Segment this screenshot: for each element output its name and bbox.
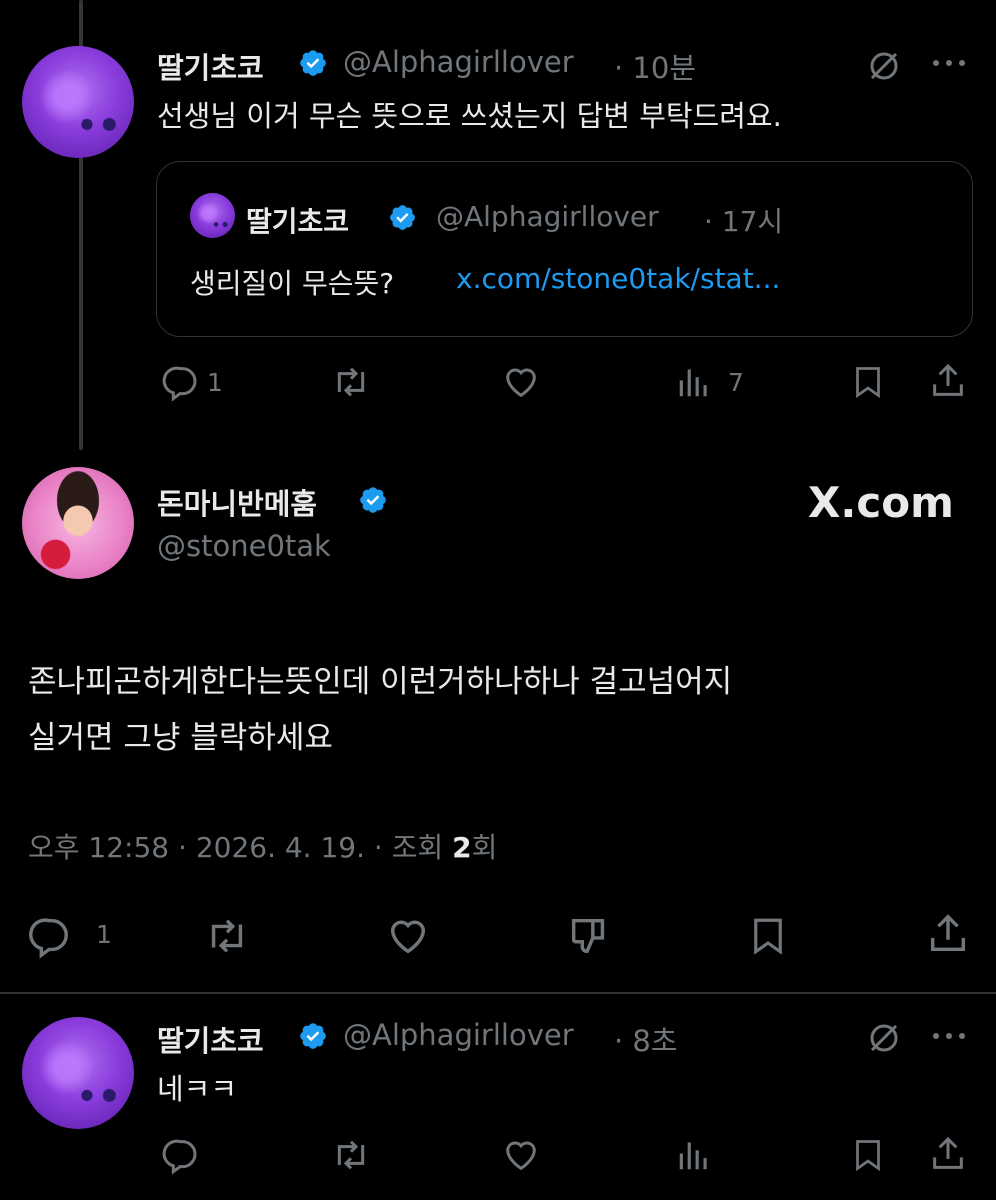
display-name[interactable]: 딸기초코 (157, 45, 264, 87)
like-icon[interactable] (500, 1135, 542, 1175)
views-count: 7 (728, 368, 744, 397)
grok-icon[interactable] (866, 1020, 902, 1056)
handle[interactable]: @Alphagirllover (343, 1018, 574, 1052)
tweet-meta: 오후 12:58 · 2026. 4. 19. · 조회 2회 (28, 826, 497, 866)
quote-text: 생리질이 무슨뜻? (190, 267, 395, 300)
quoted-tweet[interactable] (156, 161, 973, 337)
retweet-icon[interactable] (330, 362, 372, 402)
avatar[interactable] (22, 46, 134, 158)
reply-count: 1 (207, 368, 223, 397)
timestamp-date[interactable]: 오후 12:58 · 2026. 4. 19. · 조회 (28, 831, 452, 864)
quote-display-name: 딸기초코 (246, 205, 350, 238)
x-brand-logo: X.com (808, 478, 954, 527)
timestamp[interactable]: · 8초 (614, 1018, 678, 1060)
more-icon[interactable] (930, 1028, 968, 1044)
reply-icon[interactable] (26, 913, 72, 959)
more-icon[interactable] (930, 55, 968, 71)
reply-count: 1 (96, 920, 112, 949)
view-count: 2 (452, 831, 472, 864)
bookmark-icon[interactable] (850, 1135, 886, 1175)
reply-icon[interactable] (160, 1135, 200, 1175)
quote-avatar (190, 193, 235, 238)
grok-icon[interactable] (866, 48, 902, 84)
views-icon[interactable] (675, 362, 713, 402)
verified-icon (390, 205, 415, 230)
views-icon[interactable] (675, 1135, 713, 1175)
tweet-text: 네ㅋㅋ (157, 1072, 238, 1106)
retweet-icon[interactable] (330, 1135, 372, 1175)
share-icon[interactable] (925, 910, 971, 958)
share-icon[interactable] (928, 1133, 968, 1175)
timestamp[interactable]: · 10분 (614, 45, 696, 87)
avatar[interactable] (22, 467, 134, 579)
bookmark-icon[interactable] (850, 362, 886, 402)
bookmark-icon[interactable] (747, 913, 789, 959)
retweet-icon[interactable] (203, 913, 251, 959)
verified-icon (300, 1023, 326, 1049)
divider (0, 992, 996, 994)
share-icon[interactable] (928, 360, 968, 402)
like-icon[interactable] (384, 913, 432, 959)
view-suffix: 회 (471, 831, 498, 864)
tweet-text: 선생님 이거 무슨 뜻으로 쓰셨는지 답변 부탁드려요. (157, 99, 782, 133)
quote-link[interactable]: x.com/stone0tak/stat... (456, 262, 780, 295)
display-name[interactable]: 딸기초코 (157, 1018, 264, 1060)
display-name[interactable]: 돈마니반메훔 (157, 481, 317, 523)
handle[interactable]: @stone0tak (157, 529, 331, 563)
tweet-text-line2: 실거면 그냥 블락하세요 (28, 720, 333, 756)
dislike-icon[interactable] (565, 913, 613, 959)
avatar[interactable] (22, 1017, 134, 1129)
handle[interactable]: @Alphagirllover (343, 45, 574, 79)
verified-icon (360, 487, 386, 513)
tweet-text-line1: 존나피곤하게한다는뜻인데 이런거하나하나 걸고넘어지 (28, 664, 733, 700)
reply-icon[interactable] (160, 362, 200, 402)
quote-timestamp: · 17시 (704, 205, 784, 238)
verified-icon (300, 50, 326, 76)
quote-handle: @Alphagirllover (436, 200, 659, 233)
like-icon[interactable] (500, 362, 542, 402)
